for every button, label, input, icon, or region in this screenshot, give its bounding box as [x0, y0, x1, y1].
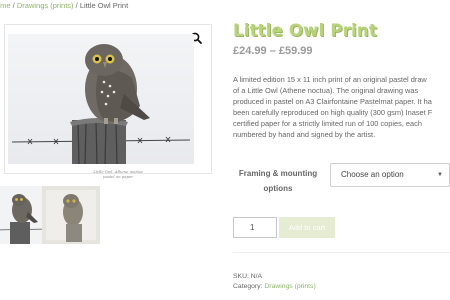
- chevron-down-icon: ▼: [437, 172, 443, 178]
- quantity-input[interactable]: 1: [233, 217, 277, 238]
- description-line: A limited edition 15 x 11 inch print of …: [233, 75, 427, 84]
- product-main-image[interactable]: [8, 34, 194, 164]
- category-label: Category:: [233, 283, 263, 290]
- framing-label-line1: Framing & mounting: [238, 169, 318, 178]
- category-meta: Category: Drawings (prints): [233, 283, 316, 290]
- sku-meta: SKU: N/A: [233, 273, 262, 280]
- breadcrumb-current: Little Owl Print: [79, 1, 129, 10]
- category-link[interactable]: Drawings (prints): [262, 283, 315, 290]
- breadcrumb-home-link[interactable]: ome: [0, 1, 11, 10]
- framing-options-label: Framing & mounting options: [232, 166, 324, 196]
- framing-options-select[interactable]: Choose an option ▼: [330, 163, 450, 187]
- add-to-cart-button[interactable]: Add to cart: [279, 217, 335, 238]
- price-range: £24.99 – £59.99: [233, 45, 313, 57]
- framing-label-line2: options: [263, 184, 293, 193]
- description-line: certified paper for a strictly limited r…: [233, 119, 422, 128]
- signature-line: pastel on paper: [103, 174, 133, 179]
- image-signature: Little Owl, Athene noctua pastel on pape…: [58, 169, 178, 179]
- sku-label: SKU:: [233, 273, 249, 280]
- sku-value: N/A: [248, 273, 263, 280]
- breadcrumb-category-link[interactable]: Drawings (prints): [17, 1, 74, 10]
- description-line: numbered by hand and signed by the artis…: [233, 130, 376, 139]
- thumbnail-owl-framed[interactable]: [42, 186, 100, 244]
- description-line: of a Little Owl (Athene noctua). The ori…: [233, 86, 419, 95]
- description-line: produced in pastel on A3 Clairfontaine P…: [233, 97, 432, 106]
- description-line: been carefully reproduced on high qualit…: [233, 108, 433, 117]
- breadcrumb: ome / Drawings (prints) / Little Owl Pri…: [0, 1, 128, 10]
- select-value: Choose an option: [341, 170, 404, 179]
- divider: [233, 252, 450, 253]
- product-title: Little Owl Print: [233, 21, 377, 40]
- product-description: A limited edition 15 x 11 inch print of …: [233, 74, 450, 140]
